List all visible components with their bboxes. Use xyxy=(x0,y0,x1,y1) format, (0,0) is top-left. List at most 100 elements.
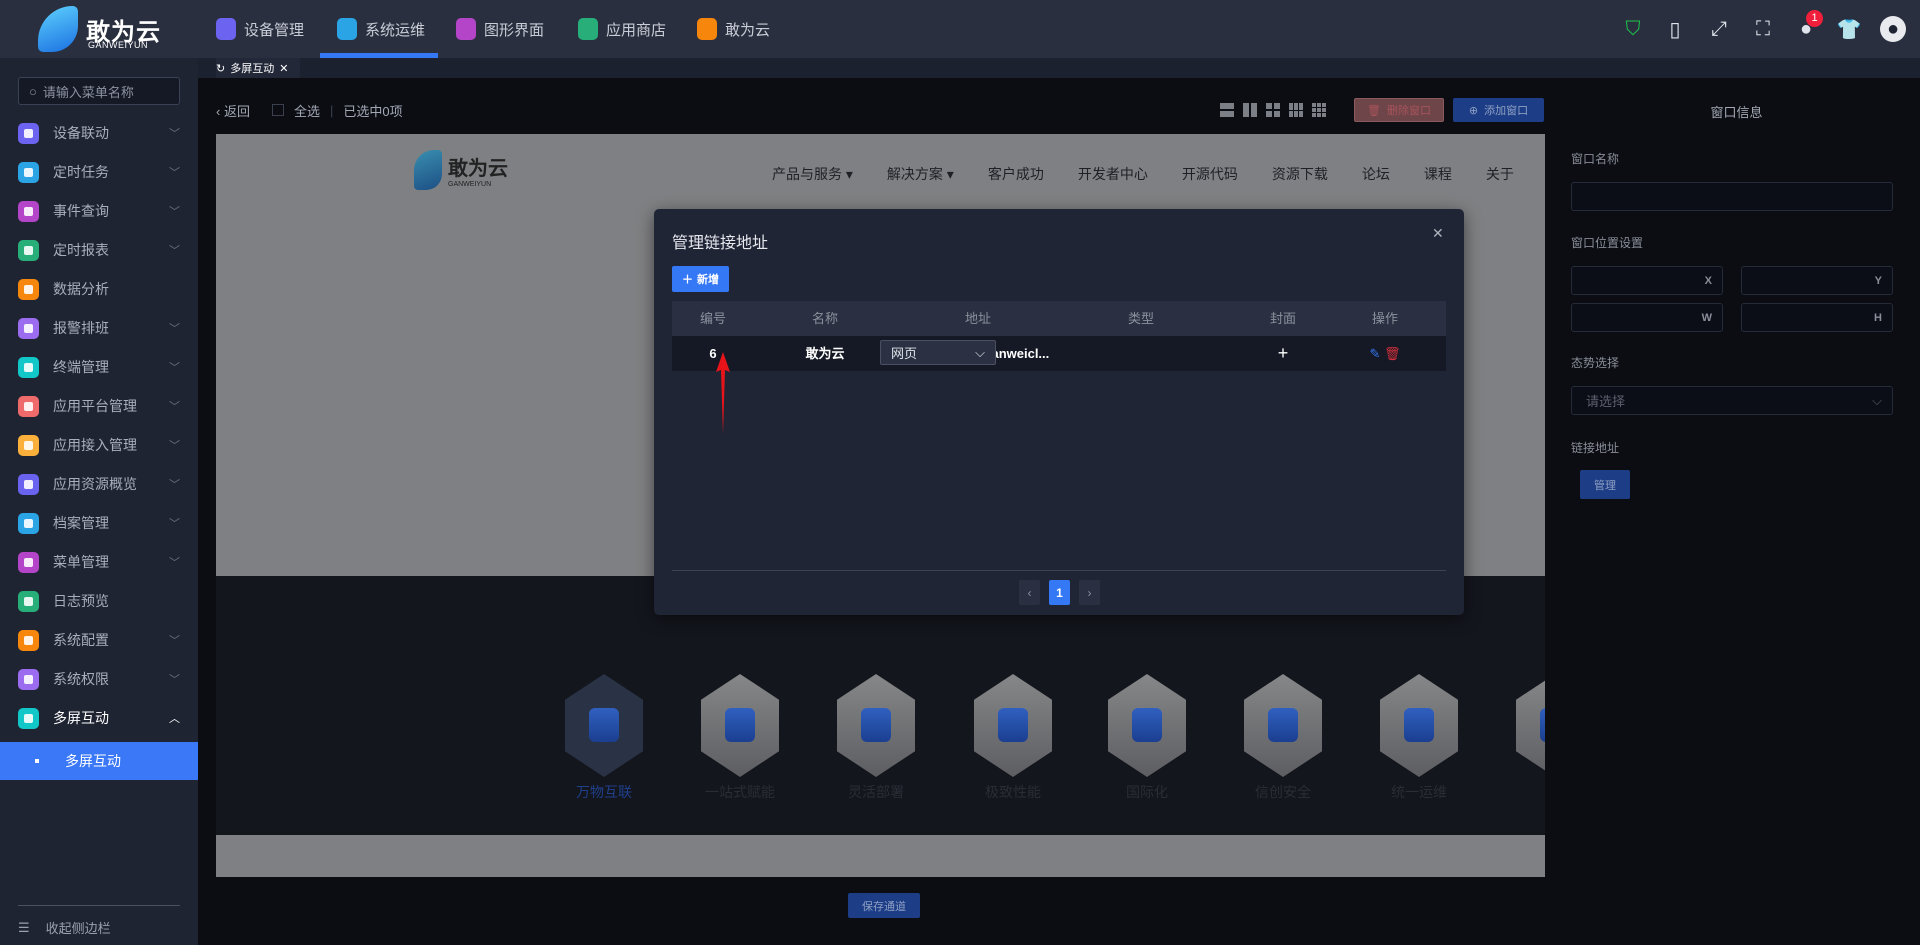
type-select[interactable]: 网页 ⌵ xyxy=(880,340,996,365)
add-link-label: 新增 xyxy=(697,274,719,286)
red-arrow-annotation xyxy=(716,352,730,434)
tab-app-icon xyxy=(697,18,717,40)
back-button[interactable]: ‹ 返回 xyxy=(216,101,250,120)
sidebar-item-6[interactable]: 终端管理 ﹀ xyxy=(0,348,198,386)
add-cover-button[interactable]: + xyxy=(1278,336,1289,371)
close-icon[interactable]: ✕ xyxy=(1432,225,1444,242)
sidebar-item-1[interactable]: 定时任务 ﹀ xyxy=(0,153,198,191)
header-tab-label: 图形界面 xyxy=(484,21,545,39)
next-page-button[interactable]: › xyxy=(1079,580,1100,605)
sidebar-item-label: 菜单管理 xyxy=(53,554,109,570)
feature-hex-icon xyxy=(1108,674,1186,777)
preview-nav-item: 产品与服务 ▾ xyxy=(772,166,853,182)
menu-search-input[interactable]: ○ 请输入菜单名称 xyxy=(18,77,180,105)
layout-3x3-icon[interactable] xyxy=(1312,103,1326,117)
sidebar-item-8[interactable]: 应用接入管理 ﹀ xyxy=(0,426,198,464)
column-header: 类型 xyxy=(1127,311,1155,326)
sidebar-item-label: 应用资源概览 xyxy=(53,476,137,492)
sidebar-item-13[interactable]: 系统配置 ﹀ xyxy=(0,621,198,659)
tab-multiscreen[interactable]: ↻ 多屏互动 ✕ xyxy=(216,58,300,78)
feature-hex-icon xyxy=(1244,674,1322,777)
delete-icon[interactable]: 🗑 xyxy=(1384,346,1401,361)
sidebar-item-7[interactable]: 应用平台管理 ﹀ xyxy=(0,387,198,425)
feature-hex-icon xyxy=(837,674,915,777)
window-name-input[interactable] xyxy=(1571,182,1893,211)
manage-button[interactable]: 管理 xyxy=(1580,470,1630,499)
sidebar-item-5[interactable]: 报警排班 ﹀ xyxy=(0,309,198,347)
plus-circle-icon: ⊕ xyxy=(1468,104,1479,117)
collapse-sidebar-button[interactable]: ☰ 收起侧边栏 xyxy=(18,905,180,937)
feature-hex-icon xyxy=(1516,674,1545,777)
add-link-button[interactable]: ＋ 新增 xyxy=(672,266,729,292)
select-all-checkbox[interactable] xyxy=(271,104,284,116)
sidebar-item-9[interactable]: 应用资源概览 ﹀ xyxy=(0,465,198,503)
layout-2x1-icon[interactable] xyxy=(1243,103,1257,117)
sidebar-item-3[interactable]: 定时报表 ﹀ xyxy=(0,231,198,269)
edit-icon[interactable]: ✎ xyxy=(1369,346,1380,361)
menu-item-icon xyxy=(18,356,39,378)
sidebar-item-14[interactable]: 系统权限 ﹀ xyxy=(0,660,198,698)
theme-shirt-icon[interactable]: 👕 xyxy=(1836,16,1862,42)
sidebar-item-12[interactable]: 日志预览 xyxy=(0,582,198,620)
sidebar-item-label: 事件查询 xyxy=(53,203,109,219)
sidebar-item-0[interactable]: 设备联动 ﹀ xyxy=(0,114,198,152)
cell-name: 敢为云 xyxy=(805,346,845,361)
subitem-label: 多屏互动 xyxy=(65,753,121,769)
table-header: 编号 名称 地址 类型 封面 操作 xyxy=(672,301,1446,336)
menu-item-icon xyxy=(18,434,39,456)
situation-select[interactable]: 请选择 ⌵ xyxy=(1571,386,1893,415)
preview-nav-item: 论坛 xyxy=(1361,166,1390,182)
menu-item-icon xyxy=(18,122,39,144)
menu-item-icon xyxy=(18,278,39,300)
window-info-panel: 窗口信息 窗口名称 窗口位置设置 X Y W H 态势选择 请选择 ⌵ 链接地址 … xyxy=(1553,78,1920,945)
header-tab-2[interactable]: 图形界面 xyxy=(456,0,544,58)
delete-window-button[interactable]: 🗑 删除窗口 xyxy=(1354,98,1444,122)
column-header: 封面 xyxy=(1269,311,1297,326)
y-input[interactable]: Y xyxy=(1741,266,1893,295)
header-tab-1[interactable]: 系统运维 xyxy=(337,0,425,58)
chevron-down-icon: ﹀ xyxy=(169,557,180,569)
h-input[interactable]: H xyxy=(1741,303,1893,332)
chevron-down-icon: ⌵ xyxy=(975,344,985,360)
screen-frame-icon[interactable]: ⛶ xyxy=(1750,16,1776,42)
column-header: 编号 xyxy=(699,311,727,326)
sidebar-item-11[interactable]: 菜单管理 ﹀ xyxy=(0,543,198,581)
x-input[interactable]: X xyxy=(1571,266,1723,295)
header-tab-3[interactable]: 应用商店 xyxy=(578,0,666,58)
header-tab-0[interactable]: 设备管理 xyxy=(216,0,304,58)
phone-icon[interactable]: ▯ xyxy=(1662,16,1688,42)
sidebar-item-15[interactable]: 多屏互动 ︿ xyxy=(0,699,198,737)
chevron-down-icon: ﹀ xyxy=(169,518,180,530)
refresh-icon[interactable]: ↻ xyxy=(216,62,225,75)
sidebar-subitem-multiscreen[interactable]: 多屏互动 xyxy=(0,742,198,780)
menu-item-icon xyxy=(18,512,39,534)
w-input[interactable]: W xyxy=(1571,303,1723,332)
page-1-button[interactable]: 1 xyxy=(1049,580,1070,605)
layout-2x2-icon[interactable] xyxy=(1266,103,1280,117)
chevron-down-icon: ⌵ xyxy=(1872,392,1882,408)
fullscreen-icon[interactable]: ⤢ xyxy=(1706,16,1732,42)
avatar[interactable]: ● xyxy=(1880,16,1906,42)
menu-item-icon xyxy=(18,395,39,417)
menu-item-icon xyxy=(18,200,39,222)
prev-page-button[interactable]: ‹ xyxy=(1019,580,1040,605)
tab-close-icon[interactable]: ✕ xyxy=(279,62,288,75)
save-channel-button[interactable]: 保存通道 xyxy=(848,893,920,918)
layout-3x2-icon[interactable] xyxy=(1289,103,1303,117)
header-tab-label: 应用商店 xyxy=(606,21,667,39)
add-window-button[interactable]: ⊕ 添加窗口 xyxy=(1453,98,1544,122)
header-tab-label: 敢为云 xyxy=(725,21,771,39)
header-tab-label: 设备管理 xyxy=(244,21,305,39)
select-all-label[interactable]: 全选 xyxy=(294,101,320,120)
shield-check-icon[interactable]: ⛉ xyxy=(1620,16,1646,42)
sidebar-item-4[interactable]: 数据分析 xyxy=(0,270,198,308)
preview-footer-strip xyxy=(216,835,1545,877)
sidebar-item-label: 报警排班 xyxy=(53,320,109,336)
layout-1x2-icon[interactable] xyxy=(1220,103,1234,117)
sidebar-item-10[interactable]: 档案管理 ﹀ xyxy=(0,504,198,542)
header-tab-4[interactable]: 敢为云 xyxy=(697,0,770,58)
sidebar-item-2[interactable]: 事件查询 ﹀ xyxy=(0,192,198,230)
preview-nav-item: 关于 xyxy=(1485,166,1514,182)
sidebar-item-label: 日志预览 xyxy=(53,593,109,609)
chevron-down-icon: ﹀ xyxy=(169,128,180,140)
